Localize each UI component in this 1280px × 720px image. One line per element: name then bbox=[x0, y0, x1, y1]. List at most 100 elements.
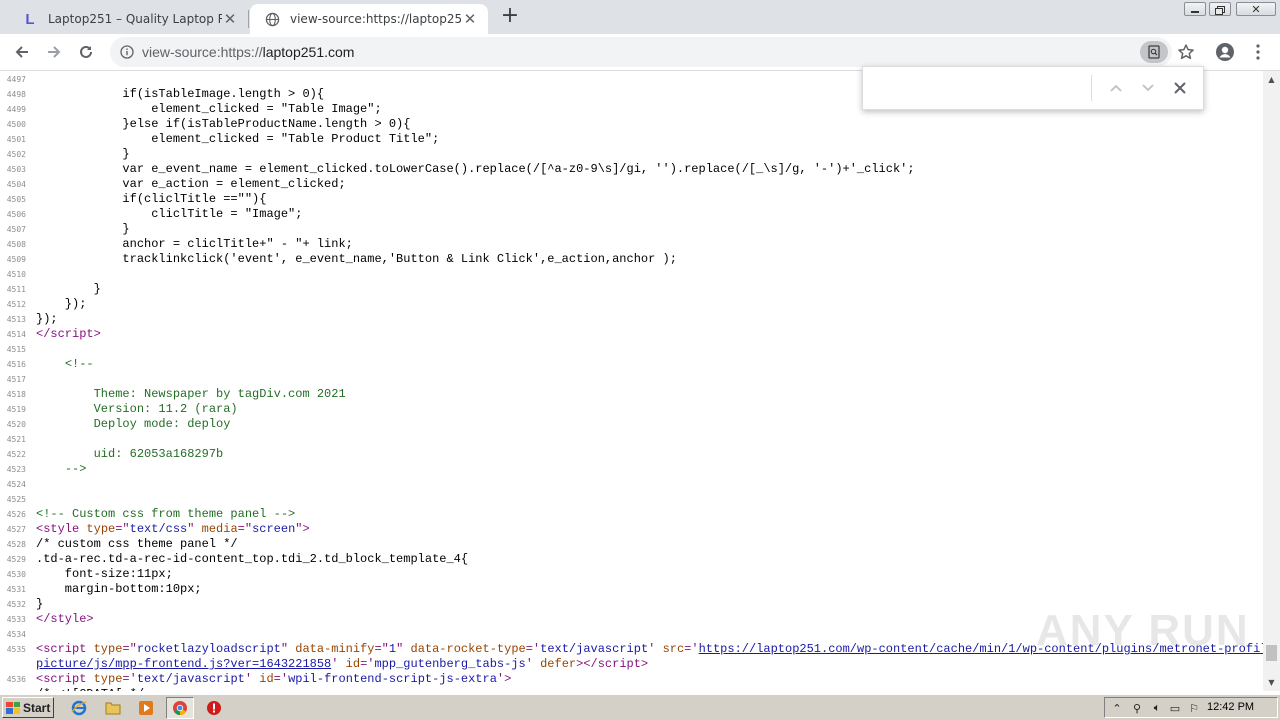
source-line: 4507 } bbox=[0, 222, 1263, 237]
reload-button[interactable] bbox=[74, 41, 98, 63]
media-player-icon[interactable] bbox=[137, 699, 155, 717]
stop-sign-icon[interactable] bbox=[205, 699, 223, 717]
line-code: <style type="text/css" media="screen"> bbox=[36, 522, 310, 536]
line-number: 4514 bbox=[6, 330, 26, 339]
minimize-button[interactable] bbox=[1182, 0, 1208, 18]
line-number: 4521 bbox=[6, 435, 26, 444]
restore-button[interactable] bbox=[1207, 0, 1233, 18]
source-line: 4520 Deploy mode: deploy bbox=[0, 417, 1263, 432]
bookmark-star-icon[interactable] bbox=[1176, 42, 1196, 62]
source-line: 4509 tracklinkclick('event', e_event_nam… bbox=[0, 252, 1263, 267]
chrome-icon bbox=[173, 701, 187, 715]
source-line: 4517 bbox=[0, 372, 1263, 387]
kebab-menu-icon[interactable] bbox=[1250, 42, 1266, 62]
forward-arrow-icon bbox=[48, 46, 61, 58]
source-line: 4513}); bbox=[0, 312, 1263, 327]
line-code: } bbox=[36, 597, 44, 611]
address-bar[interactable]: view-source:https://laptop251.com bbox=[110, 37, 1172, 67]
line-code: .td-a-rec.td-a-rec-id-content_top.tdi_2.… bbox=[36, 552, 469, 566]
tab-strip: L Laptop251 – Quality Laptop Reviews ✕ v… bbox=[0, 0, 1280, 34]
line-number: 4527 bbox=[6, 525, 26, 534]
source-line: picture/js/mpp-frontend.js?ver=164322185… bbox=[0, 657, 1263, 672]
line-number: 4515 bbox=[6, 345, 26, 354]
line-number: 4504 bbox=[6, 180, 26, 189]
action-center-flag-icon[interactable]: ⚐ bbox=[1186, 700, 1202, 716]
volume-icon[interactable]: 🔈︎ bbox=[1149, 700, 1165, 716]
line-number: 4511 bbox=[6, 285, 26, 294]
line-number: 4520 bbox=[6, 420, 26, 429]
url-host: laptop251.com bbox=[262, 44, 355, 60]
tab-divider bbox=[248, 10, 249, 28]
line-code: } bbox=[36, 222, 130, 236]
source-line: 4505 if(cliclTitle ==""){ bbox=[0, 192, 1263, 207]
scroll-up-arrow-icon[interactable]: ▲ bbox=[1263, 71, 1280, 88]
network-icon[interactable]: ⚲ bbox=[1129, 700, 1145, 716]
source-line: 4502 } bbox=[0, 147, 1263, 162]
close-tab-icon[interactable]: ✕ bbox=[462, 10, 478, 28]
line-number: 4536 bbox=[6, 675, 26, 684]
line-number: 4528 bbox=[6, 540, 26, 549]
chrome-taskbar-button[interactable] bbox=[166, 697, 194, 719]
source-line: 4525 bbox=[0, 492, 1263, 507]
line-code: } bbox=[36, 282, 101, 296]
source-line: 4515 bbox=[0, 342, 1263, 357]
profile-avatar-icon[interactable] bbox=[1215, 42, 1235, 62]
line-number: 4518 bbox=[6, 390, 26, 399]
address-text: view-source:https://laptop251.com bbox=[142, 44, 354, 60]
line-number: 4513 bbox=[6, 315, 26, 324]
line-code: </script> bbox=[36, 327, 101, 341]
find-in-page-icon[interactable] bbox=[1140, 41, 1168, 63]
vertical-scrollbar[interactable]: ▲ ▼ bbox=[1263, 71, 1280, 691]
back-button[interactable] bbox=[10, 41, 34, 63]
close-icon bbox=[1174, 82, 1186, 94]
info-icon[interactable] bbox=[120, 45, 134, 59]
source-line: 4516 <!-- bbox=[0, 357, 1263, 372]
folder-icon[interactable] bbox=[104, 699, 122, 717]
line-code: var e_action = element_clicked; bbox=[36, 177, 346, 191]
scroll-down-arrow-icon[interactable]: ▼ bbox=[1263, 674, 1280, 691]
source-line: 4536 <script type='text/javascript' id='w… bbox=[0, 672, 1263, 687]
source-line: 4523 --> bbox=[0, 462, 1263, 477]
find-next-button[interactable] bbox=[1138, 78, 1158, 98]
internet-explorer-icon[interactable] bbox=[70, 699, 88, 717]
line-number: 4497 bbox=[6, 75, 26, 84]
display-icon[interactable]: ▭ bbox=[1167, 700, 1183, 716]
line-code: </style> bbox=[36, 612, 94, 626]
line-number: 4526 bbox=[6, 510, 26, 519]
line-code: } bbox=[36, 147, 130, 161]
line-code: cliclTitle = "Image"; bbox=[36, 207, 303, 221]
line-number: 4533 bbox=[6, 615, 26, 624]
chevron-down-icon bbox=[1142, 84, 1154, 92]
source-line: 4514 </script> bbox=[0, 327, 1263, 342]
find-previous-button[interactable] bbox=[1106, 78, 1126, 98]
source-line: 4531 margin-bottom:10px; bbox=[0, 582, 1263, 597]
tab-laptop251[interactable]: L Laptop251 – Quality Laptop Reviews ✕ bbox=[8, 4, 248, 34]
new-tab-button[interactable]: + bbox=[498, 5, 522, 28]
site-favicon-icon: L bbox=[25, 10, 35, 28]
source-line: 4524 bbox=[0, 477, 1263, 492]
tab-view-source[interactable]: view-source:https://laptop251.com ✕ bbox=[250, 4, 488, 34]
source-line: 4528 /* custom css theme panel */ bbox=[0, 537, 1263, 552]
reload-icon bbox=[80, 45, 92, 58]
line-code: picture/js/mpp-frontend.js?ver=164322185… bbox=[36, 657, 649, 671]
close-tab-icon[interactable]: ✕ bbox=[222, 10, 238, 28]
line-number: 4517 bbox=[6, 375, 26, 384]
windows-flag-icon bbox=[6, 701, 20, 714]
tray-expand-icon[interactable]: ⌃ bbox=[1109, 700, 1125, 716]
close-window-button[interactable]: ✕ bbox=[1234, 0, 1278, 18]
line-number: 4537 bbox=[0, 690, 26, 691]
find-close-button[interactable] bbox=[1170, 78, 1190, 98]
globe-icon bbox=[264, 11, 280, 27]
find-input[interactable] bbox=[873, 76, 1093, 102]
url-scheme: view-source:https:// bbox=[142, 44, 263, 60]
source-line: 4518 Theme: Newspaper by tagDiv.com 2021 bbox=[0, 387, 1263, 402]
line-number: 4534 bbox=[6, 630, 26, 639]
line-code: Deploy mode: deploy bbox=[93, 417, 231, 431]
forward-button[interactable] bbox=[42, 41, 66, 63]
start-label: Start bbox=[23, 700, 51, 715]
line-code: }); bbox=[36, 297, 87, 311]
start-button[interactable]: Start bbox=[2, 697, 54, 718]
watermark: ANY RUN bbox=[1036, 606, 1250, 655]
source-code-view[interactable]: 4497 4498 if(isTableImage.length > 0){449… bbox=[0, 71, 1263, 691]
scrollbar-thumb[interactable] bbox=[1266, 645, 1277, 661]
